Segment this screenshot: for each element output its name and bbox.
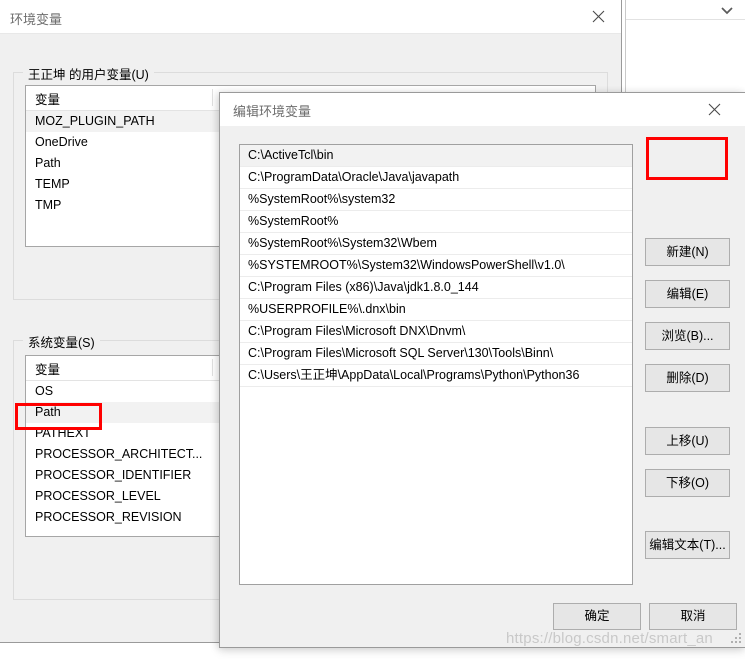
list-item[interactable]: C:\ActiveTcl\bin xyxy=(240,145,632,167)
list-item[interactable]: %SystemRoot% xyxy=(240,211,632,233)
close-icon xyxy=(708,103,720,115)
edit-dialog-titlebar: 编辑环境变量 xyxy=(220,93,745,126)
path-entries-listbox[interactable]: C:\ActiveTcl\bin C:\ProgramData\Oracle\J… xyxy=(239,144,633,585)
edit-dialog-title: 编辑环境变量 xyxy=(233,104,312,119)
new-button[interactable]: 新建(N) xyxy=(645,238,730,266)
variable-name: OneDrive xyxy=(35,135,88,149)
environment-variables-titlebar: 环境变量 xyxy=(0,0,621,34)
cancel-button[interactable]: 取消 xyxy=(649,603,737,630)
variable-name: Path xyxy=(35,156,61,170)
delete-button[interactable]: 删除(D) xyxy=(645,364,730,392)
system-variables-legend: 系统变量(S) xyxy=(23,332,100,351)
column-divider xyxy=(212,89,213,106)
variable-name: MOZ_PLUGIN_PATH xyxy=(35,114,155,128)
edit-button[interactable]: 编辑(E) xyxy=(645,280,730,308)
list-item[interactable]: %USERPROFILE%\.dnx\bin xyxy=(240,299,632,321)
background-window xyxy=(625,0,745,101)
list-item[interactable]: %SystemRoot%\system32 xyxy=(240,189,632,211)
variable-name: TEMP xyxy=(35,177,70,191)
edit-text-button[interactable]: 编辑文本(T)... xyxy=(645,531,730,559)
browse-button[interactable]: 浏览(B)... xyxy=(645,322,730,350)
ok-button[interactable]: 确定 xyxy=(553,603,641,630)
column-header-variable[interactable]: 变量 xyxy=(35,89,60,108)
list-item[interactable]: C:\Program Files\Microsoft DNX\Dnvm\ xyxy=(240,321,632,343)
page-title: 环境变量 xyxy=(10,12,63,27)
close-icon xyxy=(592,10,604,22)
list-item[interactable]: C:\ProgramData\Oracle\Java\javapath xyxy=(240,167,632,189)
variable-name: PROCESSOR_IDENTIFIER xyxy=(35,468,192,482)
list-item[interactable]: %SYSTEMROOT%\System32\WindowsPowerShell\… xyxy=(240,255,632,277)
column-header-variable[interactable]: 变量 xyxy=(35,359,60,378)
user-variables-legend: 王正坤 的用户变量(U) xyxy=(23,64,154,83)
edit-environment-variable-dialog: 编辑环境变量 C:\ActiveTcl\bin C:\ProgramData\O… xyxy=(219,92,745,648)
resize-grip[interactable] xyxy=(730,632,742,644)
move-up-button[interactable]: 上移(U) xyxy=(645,427,730,455)
edit-dialog-close-button[interactable] xyxy=(691,93,737,125)
variable-name: PROCESSOR_LEVEL xyxy=(35,489,161,503)
move-down-button[interactable]: 下移(O) xyxy=(645,469,730,497)
list-item[interactable]: C:\Users\王正坤\AppData\Local\Programs\Pyth… xyxy=(240,365,632,387)
list-item[interactable]: C:\Program Files\Microsoft SQL Server\13… xyxy=(240,343,632,365)
variable-name: OS xyxy=(35,384,54,398)
list-item[interactable]: %SystemRoot%\System32\Wbem xyxy=(240,233,632,255)
close-button[interactable] xyxy=(575,0,621,32)
background-window-divider xyxy=(626,19,745,20)
chevron-down-icon[interactable] xyxy=(720,3,734,17)
variable-name: PROCESSOR_REVISION xyxy=(35,510,182,524)
variable-name: PROCESSOR_ARCHITECT... xyxy=(35,447,203,461)
variable-name: TMP xyxy=(35,198,62,212)
list-item[interactable]: C:\Program Files (x86)\Java\jdk1.8.0_144 xyxy=(240,277,632,299)
variable-name: PATHEXT xyxy=(35,426,91,440)
variable-name: Path xyxy=(35,405,61,419)
column-divider xyxy=(212,359,213,376)
